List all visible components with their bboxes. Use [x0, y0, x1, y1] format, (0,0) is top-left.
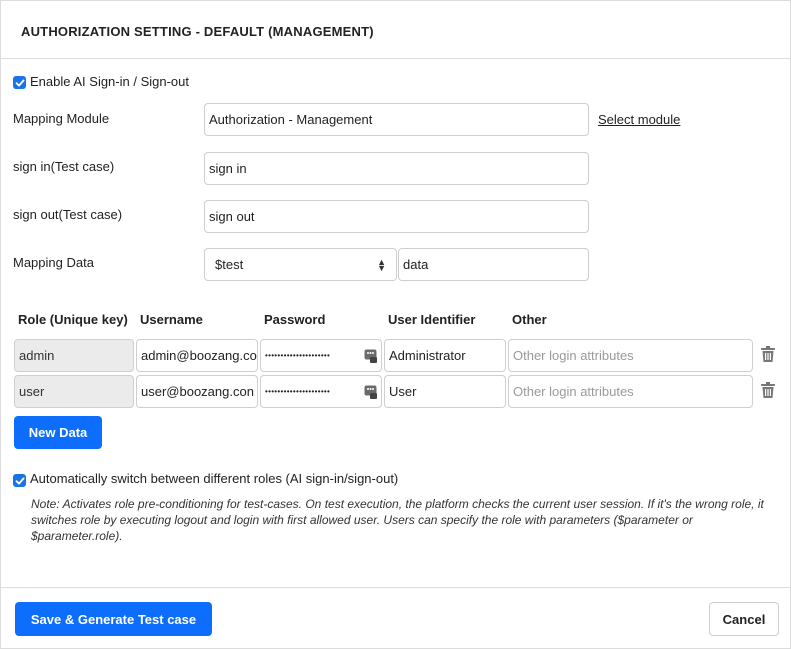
column-header-role: Role (Unique key) — [18, 312, 128, 327]
enable-ai-checkbox[interactable] — [13, 76, 26, 89]
password-dots: ••••••••••••••••••••• — [265, 387, 331, 396]
checkmark-icon — [15, 79, 24, 86]
authorization-dialog: AUTHORIZATION SETTING - DEFAULT (MANAGEM… — [0, 0, 791, 649]
mapping-data-label: Mapping Data — [13, 255, 94, 270]
other-input-user[interactable]: Other login attributes — [508, 375, 753, 408]
new-data-button[interactable]: New Data — [14, 416, 102, 449]
role-input-user[interactable]: user — [14, 375, 134, 408]
identifier-input-user[interactable]: User — [384, 375, 506, 408]
username-input-user[interactable]: user@boozang.con — [136, 375, 258, 408]
sign-in-label: sign in(Test case) — [13, 159, 115, 174]
identifier-input-admin[interactable]: Administrator — [384, 339, 506, 372]
password-dots: ••••••••••••••••••••• — [265, 351, 331, 360]
checkmark-icon — [15, 477, 24, 484]
column-header-password: Password — [264, 312, 326, 327]
mapping-module-input[interactable]: Authorization - Management — [204, 103, 589, 136]
select-arrows-icon: ▲ ▼ — [377, 256, 386, 273]
column-header-user-identifier: User Identifier — [388, 312, 476, 327]
column-header-username: Username — [140, 312, 203, 327]
mapping-data-input[interactable]: data — [398, 248, 589, 281]
dialog-title: AUTHORIZATION SETTING - DEFAULT (MANAGEM… — [21, 24, 374, 39]
dialog-header: AUTHORIZATION SETTING - DEFAULT (MANAGEM… — [1, 1, 790, 59]
auto-switch-checkbox[interactable] — [13, 474, 26, 487]
username-input-admin[interactable]: admin@boozang.co — [136, 339, 258, 372]
sign-out-label: sign out(Test case) — [13, 207, 123, 222]
mapping-data-select[interactable]: $test ▲ ▼ — [204, 248, 397, 281]
save-generate-button[interactable]: Save & Generate Test case — [15, 602, 212, 636]
sign-in-input[interactable]: sign in — [204, 152, 589, 185]
auto-switch-label: Automatically switch between different r… — [30, 471, 399, 486]
password-key-icon[interactable] — [364, 385, 377, 399]
trash-icon[interactable] — [761, 346, 775, 362]
password-input-admin[interactable]: ••••••••••••••••••••• — [260, 339, 382, 372]
cancel-button[interactable]: Cancel — [709, 602, 779, 636]
auto-switch-note: Note: Activates role pre-conditioning fo… — [31, 497, 764, 543]
password-key-icon[interactable] — [364, 349, 377, 363]
enable-ai-label: Enable AI Sign-in / Sign-out — [30, 74, 189, 89]
select-module-link[interactable]: Select module — [598, 112, 680, 127]
role-input-admin[interactable]: admin — [14, 339, 134, 372]
other-input-admin[interactable]: Other login attributes — [508, 339, 753, 372]
mapping-module-label: Mapping Module — [13, 111, 110, 126]
footer-divider — [1, 587, 790, 588]
trash-icon[interactable] — [761, 382, 775, 398]
password-input-user[interactable]: ••••••••••••••••••••• — [260, 375, 382, 408]
column-header-other: Other — [512, 312, 547, 327]
mapping-data-select-value: $test — [215, 257, 244, 272]
sign-out-input[interactable]: sign out — [204, 200, 589, 233]
